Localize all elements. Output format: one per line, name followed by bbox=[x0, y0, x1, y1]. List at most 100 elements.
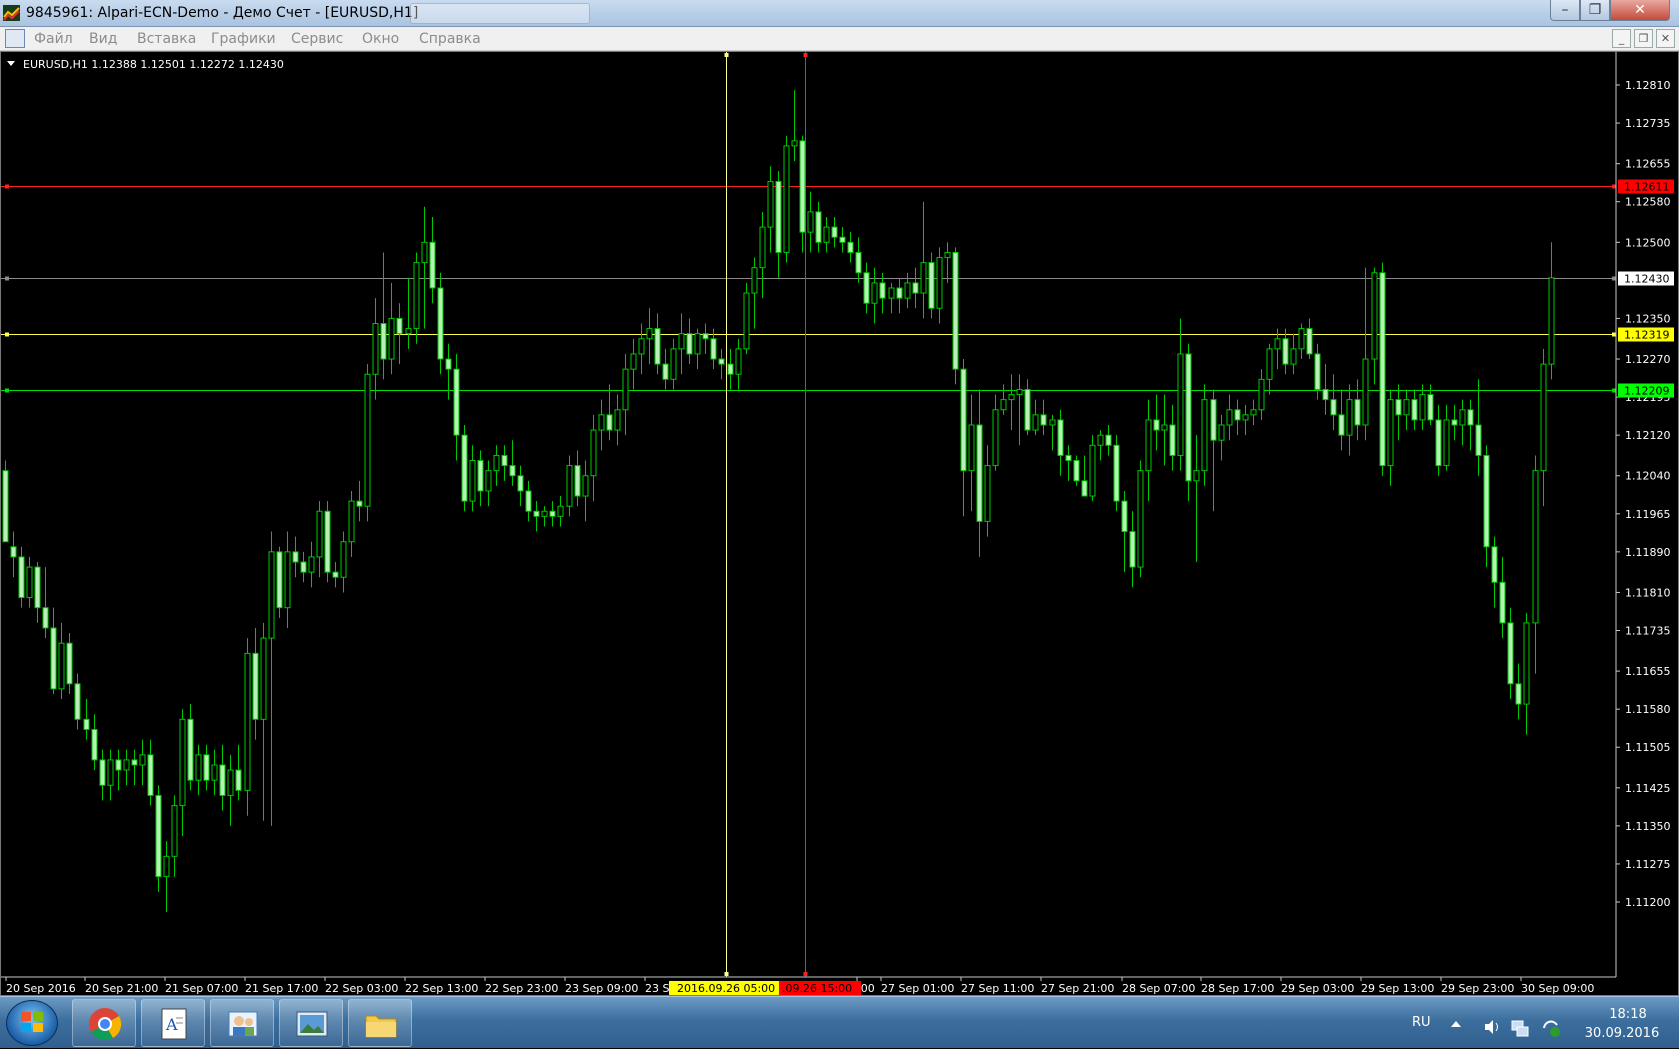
candle bbox=[1435, 404, 1442, 476]
candle bbox=[799, 135, 806, 253]
candle bbox=[831, 216, 838, 248]
taskbar-document[interactable]: A bbox=[141, 999, 205, 1047]
line-handle bbox=[5, 388, 9, 393]
line-handle bbox=[5, 184, 9, 189]
menu-insert[interactable]: Вставка bbox=[137, 31, 196, 47]
candle bbox=[1040, 399, 1047, 436]
time-line-labels: 2016.09.26 05:00 .09.26 15:00 bbox=[669, 981, 861, 995]
candle-body bbox=[847, 241, 854, 253]
maximize-button[interactable]: ❐ bbox=[1580, 0, 1610, 21]
candle bbox=[1443, 404, 1450, 471]
candle-body bbox=[1008, 394, 1015, 401]
candle bbox=[1185, 343, 1192, 502]
candle-body bbox=[300, 561, 307, 573]
candle bbox=[445, 343, 452, 400]
candle-body bbox=[1097, 434, 1104, 446]
candle bbox=[823, 216, 830, 253]
candle-body bbox=[928, 262, 935, 309]
candle-body bbox=[920, 262, 927, 294]
candle bbox=[598, 399, 605, 451]
menu-charts[interactable]: Графики bbox=[211, 31, 276, 47]
candle-body bbox=[1049, 419, 1056, 426]
start-button[interactable] bbox=[6, 1000, 58, 1046]
candle bbox=[107, 749, 114, 801]
menu-file[interactable]: Файл bbox=[34, 31, 73, 47]
candle-body bbox=[638, 338, 645, 355]
price-tick-label: 1.12810 bbox=[1625, 79, 1671, 92]
taskbar-picture-viewer[interactable] bbox=[279, 999, 343, 1047]
chart-window-icon[interactable] bbox=[5, 29, 25, 48]
metatrader-app-icon[interactable] bbox=[3, 5, 20, 21]
time-label: 27 Sep 11:00 bbox=[961, 982, 1034, 995]
candle-body bbox=[1459, 409, 1466, 426]
candle-body bbox=[1105, 434, 1112, 446]
candle-body bbox=[888, 287, 895, 299]
taskbar-explorer[interactable] bbox=[348, 999, 412, 1047]
price-tick-label: 1.11275 bbox=[1625, 858, 1671, 871]
candle-body bbox=[66, 642, 73, 685]
candle-body bbox=[235, 769, 242, 791]
time-label: 29 Sep 13:00 bbox=[1361, 982, 1434, 995]
menu-bar: Файл Вид Вставка Графики Сервис Окно Спр… bbox=[0, 27, 1679, 51]
candle bbox=[268, 531, 275, 826]
price-axis: 1.12810 1.12735 1.12655 1.12580 1.12500 1.123… bbox=[1616, 79, 1671, 909]
candle bbox=[1379, 262, 1386, 476]
candle-body bbox=[783, 145, 790, 253]
network-icon[interactable] bbox=[1510, 1019, 1530, 1037]
chart-header: EURUSD,H1 1.12388 1.12501 1.12272 1.1243… bbox=[23, 58, 284, 71]
close-button[interactable]: ✕ bbox=[1610, 0, 1670, 21]
minimize-button[interactable]: – bbox=[1550, 0, 1580, 21]
price-line-label: 1.12319 bbox=[1624, 329, 1670, 342]
taskbar-chrome[interactable] bbox=[72, 999, 136, 1047]
candle-body bbox=[364, 373, 371, 507]
menu-help[interactable]: Справка bbox=[419, 31, 481, 47]
menu-tools[interactable]: Сервис bbox=[291, 31, 343, 47]
people-icon bbox=[228, 1011, 258, 1037]
candle-body bbox=[1185, 353, 1192, 482]
mdi-close-button[interactable]: ✕ bbox=[1656, 29, 1675, 48]
mdi-restore-button[interactable]: ❐ bbox=[1634, 29, 1653, 48]
candle-body bbox=[1121, 500, 1128, 533]
candle bbox=[1314, 343, 1321, 400]
candle bbox=[380, 252, 387, 380]
taskbar: A RU 18:18 30.09.2016 bbox=[0, 996, 1679, 1048]
price-tick-label: 1.11425 bbox=[1625, 782, 1671, 795]
candle-body bbox=[896, 287, 903, 299]
candle-body bbox=[1081, 480, 1088, 497]
price-tick-label: 1.11200 bbox=[1625, 896, 1671, 909]
taskbar-people[interactable] bbox=[210, 999, 274, 1047]
candle bbox=[1371, 267, 1378, 385]
candlestick-chart[interactable]: 1.12810 1.12735 1.12655 1.12580 1.12500 1.123… bbox=[1, 52, 1678, 995]
candle bbox=[815, 201, 822, 253]
clock-date[interactable]: 30.09.2016 bbox=[1584, 1026, 1660, 1041]
menu-window[interactable]: Окно bbox=[362, 31, 399, 47]
candle-body bbox=[606, 414, 613, 431]
keyboard-language[interactable]: RU bbox=[1412, 1015, 1431, 1030]
candle-body bbox=[227, 769, 234, 796]
chrome-icon bbox=[89, 1008, 122, 1041]
show-hidden-icons-icon[interactable] bbox=[1450, 1019, 1462, 1029]
candle bbox=[896, 277, 903, 314]
chart-window[interactable]: 1.12810 1.12735 1.12655 1.12580 1.12500 1.123… bbox=[0, 51, 1679, 996]
candle-body bbox=[268, 551, 275, 639]
candle-body bbox=[10, 546, 17, 558]
line-handle bbox=[1612, 276, 1616, 281]
clock-time[interactable]: 18:18 bbox=[1598, 1007, 1658, 1022]
candle-body bbox=[1000, 399, 1007, 411]
candle-body bbox=[574, 465, 581, 497]
mdi-minimize-button[interactable]: _ bbox=[1612, 29, 1631, 48]
candle-body bbox=[1403, 399, 1410, 416]
candle-body bbox=[1523, 622, 1530, 705]
chart-menu-triangle-icon[interactable] bbox=[7, 61, 15, 66]
candle bbox=[525, 480, 532, 522]
candle-body bbox=[1201, 399, 1208, 472]
candle-body bbox=[871, 282, 878, 304]
price-tick-label: 1.12120 bbox=[1625, 429, 1671, 442]
candle bbox=[332, 562, 339, 588]
candle bbox=[501, 445, 508, 481]
update-icon[interactable] bbox=[1541, 1019, 1561, 1037]
menu-view[interactable]: Вид bbox=[89, 31, 117, 47]
candle-body bbox=[91, 728, 98, 761]
candle-body bbox=[276, 551, 283, 609]
volume-icon[interactable] bbox=[1483, 1019, 1501, 1035]
